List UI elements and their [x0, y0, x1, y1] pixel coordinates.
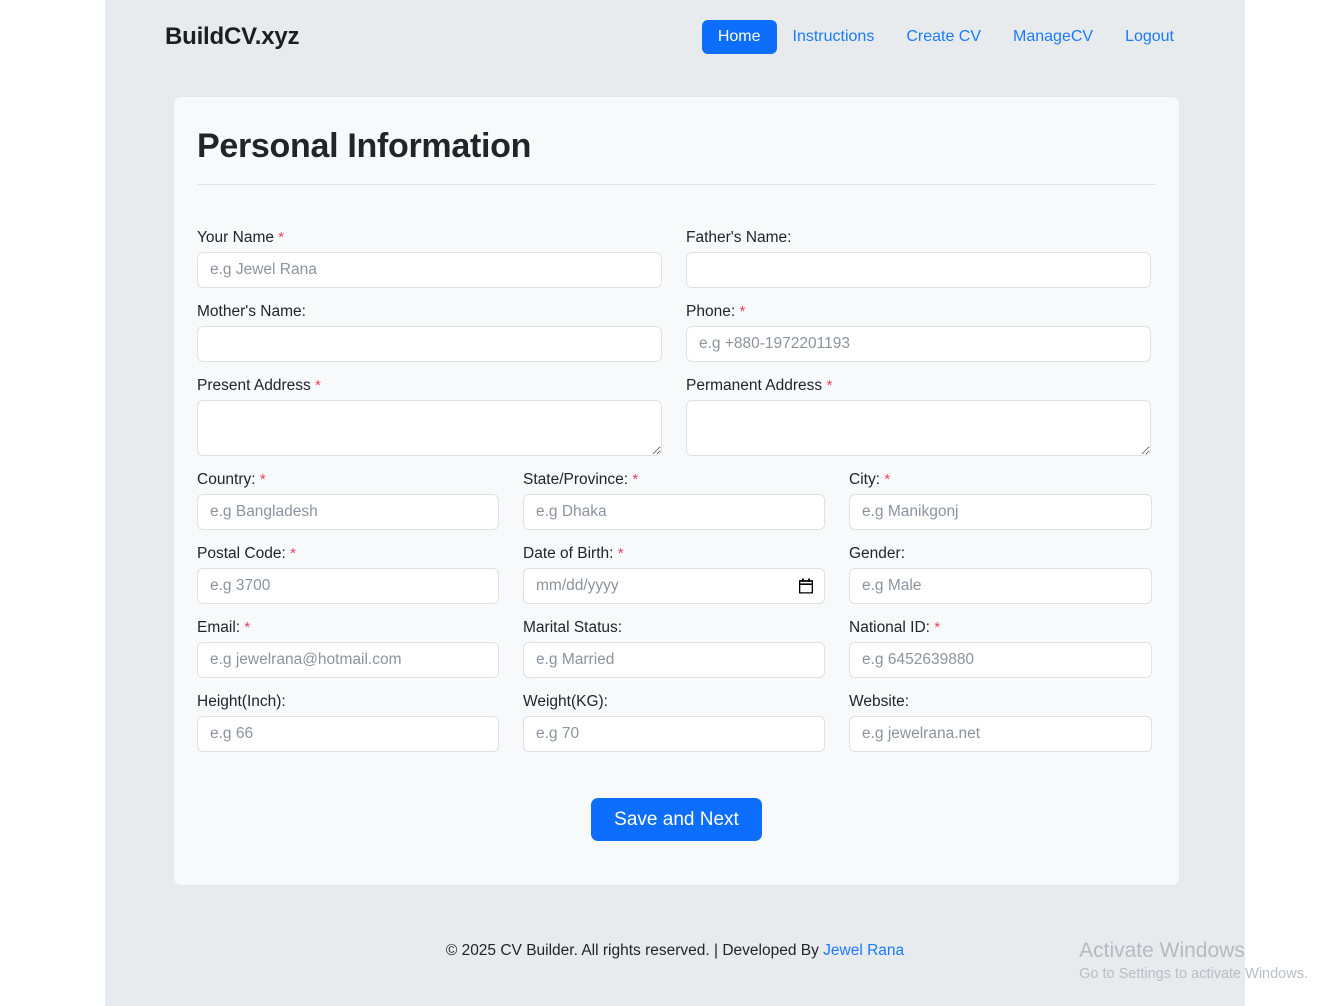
field-weight: Weight(KG):: [523, 692, 825, 752]
input-mothers-name[interactable]: [197, 326, 662, 362]
form-row-mother-phone: Mother's Name: Phone: *: [197, 302, 1156, 362]
field-city: City: *: [849, 470, 1152, 530]
field-website: Website:: [849, 692, 1152, 752]
field-email: Email: *: [197, 618, 499, 678]
label-postal-code: Postal Code: *: [197, 544, 499, 563]
required-marker: *: [632, 471, 638, 488]
field-your-name: Your Name *: [197, 228, 662, 288]
required-marker: *: [315, 377, 321, 394]
label-city: City: *: [849, 470, 1152, 489]
required-marker: *: [290, 545, 296, 562]
navbar: BuildCV.xyz Home Instructions Create CV …: [105, 0, 1245, 74]
required-marker: *: [739, 303, 745, 320]
page-title: Personal Information: [197, 127, 1156, 166]
date-input-wrapper: [523, 568, 825, 604]
label-present-address: Present Address *: [197, 376, 662, 395]
field-mothers-name: Mother's Name:: [197, 302, 662, 362]
input-height[interactable]: [197, 716, 499, 752]
required-marker: *: [884, 471, 890, 488]
input-marital-status[interactable]: [523, 642, 825, 678]
label-gender: Gender:: [849, 544, 1152, 563]
field-marital-status: Marital Status:: [523, 618, 825, 678]
input-present-address[interactable]: [197, 400, 662, 456]
label-email: Email: *: [197, 618, 499, 637]
save-and-next-button[interactable]: Save and Next: [591, 798, 762, 841]
nav-link-managecv[interactable]: ManageCV: [997, 20, 1109, 54]
input-website[interactable]: [849, 716, 1152, 752]
label-national-id: National ID: *: [849, 618, 1152, 637]
label-marital-status: Marital Status:: [523, 618, 825, 637]
input-fathers-name[interactable]: [686, 252, 1151, 288]
field-present-address: Present Address *: [197, 376, 662, 456]
form-row-location: Country: * State/Province: * City: *: [197, 470, 1156, 530]
field-date-of-birth: Date of Birth: *: [523, 544, 825, 604]
input-country[interactable]: [197, 494, 499, 530]
submit-area: Save and Next: [197, 798, 1156, 841]
footer-developer-link[interactable]: Jewel Rana: [823, 942, 904, 959]
input-your-name[interactable]: [197, 252, 662, 288]
required-marker: *: [260, 471, 266, 488]
nav-links: Home Instructions Create CV ManageCV Log…: [702, 20, 1190, 54]
input-city[interactable]: [849, 494, 1152, 530]
label-date-of-birth: Date of Birth: *: [523, 544, 825, 563]
field-height: Height(Inch):: [197, 692, 499, 752]
field-fathers-name: Father's Name:: [686, 228, 1151, 288]
footer: © 2025 CV Builder. All rights reserved. …: [105, 942, 1245, 960]
title-divider: [197, 184, 1156, 185]
field-state: State/Province: *: [523, 470, 825, 530]
input-weight[interactable]: [523, 716, 825, 752]
input-email[interactable]: [197, 642, 499, 678]
label-state: State/Province: *: [523, 470, 825, 489]
required-marker: *: [934, 619, 940, 636]
input-state[interactable]: [523, 494, 825, 530]
form-row-addresses: Present Address * Permanent Address *: [197, 376, 1156, 456]
input-phone[interactable]: [686, 326, 1151, 362]
field-national-id: National ID: *: [849, 618, 1152, 678]
field-postal-code: Postal Code: *: [197, 544, 499, 604]
label-permanent-address: Permanent Address *: [686, 376, 1151, 395]
brand-logo[interactable]: BuildCV.xyz: [165, 23, 299, 51]
input-date-of-birth[interactable]: [523, 568, 825, 604]
label-height: Height(Inch):: [197, 692, 499, 711]
label-website: Website:: [849, 692, 1152, 711]
personal-information-card: Personal Information Your Name * Father'…: [173, 96, 1180, 886]
required-marker: *: [618, 545, 624, 562]
nav-link-instructions[interactable]: Instructions: [777, 20, 891, 54]
label-fathers-name: Father's Name:: [686, 228, 1151, 247]
label-country: Country: *: [197, 470, 499, 489]
form-row-postal-dob-gender: Postal Code: * Date of Birth: *: [197, 544, 1156, 604]
input-permanent-address[interactable]: [686, 400, 1151, 456]
form-row-names: Your Name * Father's Name:: [197, 228, 1156, 288]
input-postal-code[interactable]: [197, 568, 499, 604]
nav-link-create-cv[interactable]: Create CV: [890, 20, 997, 54]
input-gender[interactable]: [849, 568, 1152, 604]
nav-link-logout[interactable]: Logout: [1109, 20, 1190, 54]
label-weight: Weight(KG):: [523, 692, 825, 711]
label-mothers-name: Mother's Name:: [197, 302, 662, 321]
label-phone: Phone: *: [686, 302, 1151, 321]
form-row-email-marital-nid: Email: * Marital Status: National ID: *: [197, 618, 1156, 678]
field-gender: Gender:: [849, 544, 1152, 604]
required-marker: *: [244, 619, 250, 636]
required-marker: *: [826, 377, 832, 394]
form-row-height-weight-website: Height(Inch): Weight(KG): Website:: [197, 692, 1156, 752]
label-your-name: Your Name *: [197, 228, 662, 247]
page-background: BuildCV.xyz Home Instructions Create CV …: [105, 0, 1245, 1006]
field-permanent-address: Permanent Address *: [686, 376, 1151, 456]
required-marker: *: [278, 229, 284, 246]
nav-link-home[interactable]: Home: [702, 20, 777, 54]
input-national-id[interactable]: [849, 642, 1152, 678]
field-phone: Phone: *: [686, 302, 1151, 362]
footer-copyright: © 2025 CV Builder. All rights reserved. …: [446, 942, 823, 959]
field-country: Country: *: [197, 470, 499, 530]
